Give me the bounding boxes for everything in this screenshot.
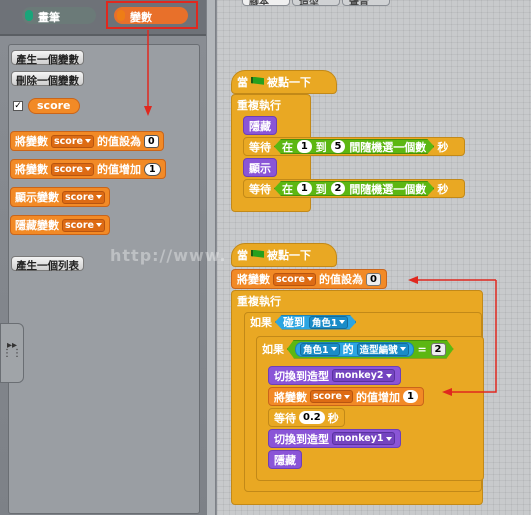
operator-label: 在 — [282, 140, 293, 154]
block-label: 被點一下 — [267, 249, 311, 262]
variable-dropdown[interactable]: score — [51, 134, 94, 148]
block-label: 將變數 — [237, 273, 270, 286]
block-label: 秒 — [327, 411, 339, 425]
random-from-input[interactable]: 1 — [297, 182, 312, 195]
block-label: 當 — [237, 249, 248, 262]
operator-label: 到 — [315, 182, 327, 196]
show-variable-block[interactable]: 顯示變數 score — [10, 187, 110, 207]
sprite-dropdown[interactable]: 角色1 — [309, 316, 349, 329]
operator-label: = — [417, 342, 427, 356]
costume-dropdown[interactable]: monkey2 — [332, 369, 395, 382]
block-label: 的值增加 — [355, 390, 400, 404]
wait-random-block[interactable]: 等待 在 1 到 2 間隨機選一個數 秒 — [243, 179, 465, 198]
tab-sounds[interactable]: 聲音 — [342, 0, 390, 6]
value-input[interactable]: 0 — [143, 134, 159, 148]
block-label: 等待 — [249, 140, 271, 154]
hide-variable-block[interactable]: 隱藏變數 score — [10, 215, 110, 235]
make-variable-button[interactable]: 產生一個變數 — [11, 50, 84, 66]
costume-dropdown[interactable]: monkey1 — [332, 432, 395, 445]
block-label: 如果 — [262, 343, 284, 356]
equals-operator[interactable]: 角色1 的 造型編號 = 2 — [287, 340, 454, 359]
variable-dropdown[interactable]: score — [273, 272, 316, 286]
block-label: 將變數 — [15, 135, 48, 148]
random-to-input[interactable]: 2 — [331, 182, 346, 195]
annotation-highlight-box — [106, 1, 198, 29]
category-bar: 畫筆 變數 — [0, 0, 206, 36]
block-label: 等待 — [249, 182, 271, 196]
block-label: 秒 — [437, 182, 449, 196]
block-label: 的值設為 — [96, 135, 141, 148]
forever-label: 重複執行 — [237, 99, 281, 112]
wait-block[interactable]: 等待 0.2 秒 — [268, 408, 345, 427]
variable-checkbox[interactable]: ✓ — [13, 101, 23, 111]
change-variable-block[interactable]: 將變數 score 的值增加 1 — [268, 387, 424, 406]
hide-block[interactable]: 隱藏 — [243, 116, 277, 135]
block-label: 將變數 — [274, 390, 307, 404]
if-touching-header: 如果 碰到 角色1 — [245, 312, 361, 332]
delete-variable-button[interactable]: 刪除一個變數 — [11, 71, 84, 87]
block-label: 當 — [237, 76, 248, 89]
hide-block[interactable]: 隱藏 — [268, 450, 302, 469]
sprite-dropdown[interactable]: 角色1 — [300, 343, 340, 356]
tab-costumes[interactable]: 造型 — [292, 0, 340, 6]
value-input[interactable]: 0 — [365, 272, 381, 286]
block-label: 秒 — [437, 140, 449, 154]
block-label: 的值設為 — [318, 273, 363, 286]
wait-seconds-input[interactable]: 0.2 — [299, 411, 325, 424]
variable-dropdown[interactable]: score — [62, 218, 105, 232]
block-label: 如果 — [250, 316, 272, 329]
set-variable-block[interactable]: 將變數 score 的值設為 0 — [231, 269, 387, 289]
variable-dropdown[interactable]: score — [51, 162, 94, 176]
set-variable-block[interactable]: 將變數 score 的值設為 0 — [10, 131, 164, 151]
block-label: 等待 — [274, 411, 296, 425]
operator-label: 間隨機選一個數 — [349, 140, 427, 154]
value-input[interactable]: 1 — [402, 390, 418, 403]
palette-blocks-area — [8, 44, 200, 514]
reporter-label: 的 — [342, 343, 354, 356]
attribute-dropdown[interactable]: 造型編號 — [357, 343, 409, 356]
random-to-input[interactable]: 5 — [331, 140, 346, 153]
panel-handle-icon[interactable]: ▸▸ ⋮⋮ — [0, 323, 24, 383]
block-label: 被點一下 — [267, 76, 311, 89]
block-label: 切換到造型 — [274, 369, 329, 383]
switch-costume-block[interactable]: 切換到造型 monkey1 — [268, 429, 401, 448]
category-pen-button[interactable]: 畫筆 — [22, 7, 96, 24]
change-variable-block[interactable]: 將變數 score 的值增加 1 — [10, 159, 166, 179]
random-operator[interactable]: 在 1 到 5 間隨機選一個數 — [274, 139, 434, 154]
variable-dropdown[interactable]: score — [310, 390, 353, 403]
switch-costume-block[interactable]: 切換到造型 monkey2 — [268, 366, 401, 385]
score-reporter-block[interactable]: score — [28, 98, 80, 114]
operator-label: 間隨機選一個數 — [349, 182, 427, 196]
wait-random-block[interactable]: 等待 在 1 到 5 間隨機選一個數 秒 — [243, 137, 465, 156]
block-label: 的值增加 — [96, 163, 141, 176]
attribute-reporter[interactable]: 角色1 的 造型編號 — [295, 342, 414, 357]
green-flag-icon — [251, 76, 264, 85]
block-label: 顯示變數 — [15, 191, 59, 204]
if-costume-header: 如果 角色1 的 造型編號 = 2 — [257, 339, 459, 359]
compare-value-input[interactable]: 2 — [431, 343, 446, 356]
make-list-button[interactable]: 產生一個列表 — [11, 256, 84, 272]
value-input[interactable]: 1 — [143, 162, 161, 176]
block-label: 切換到造型 — [274, 432, 329, 446]
variable-dropdown[interactable]: score — [62, 190, 105, 204]
show-block[interactable]: 顯示 — [243, 158, 277, 177]
when-flag-clicked-hat[interactable]: 當 被點一下 — [231, 70, 337, 94]
random-from-input[interactable]: 1 — [297, 140, 312, 153]
random-operator[interactable]: 在 1 到 2 間隨機選一個數 — [274, 181, 434, 196]
touching-sensor[interactable]: 碰到 角色1 — [275, 315, 356, 330]
editor-tabs: 腳本 造型 聲音 — [216, 0, 531, 6]
green-flag-icon — [251, 249, 264, 258]
forever-label: 重複執行 — [237, 295, 281, 308]
operator-label: 在 — [282, 182, 293, 196]
sensor-label: 碰到 — [283, 316, 305, 329]
when-flag-clicked-hat[interactable]: 當 被點一下 — [231, 243, 337, 267]
tab-scripts[interactable]: 腳本 — [242, 0, 290, 6]
block-label: 隱藏變數 — [15, 219, 59, 232]
block-label: 將變數 — [15, 163, 48, 176]
operator-label: 到 — [315, 140, 327, 154]
